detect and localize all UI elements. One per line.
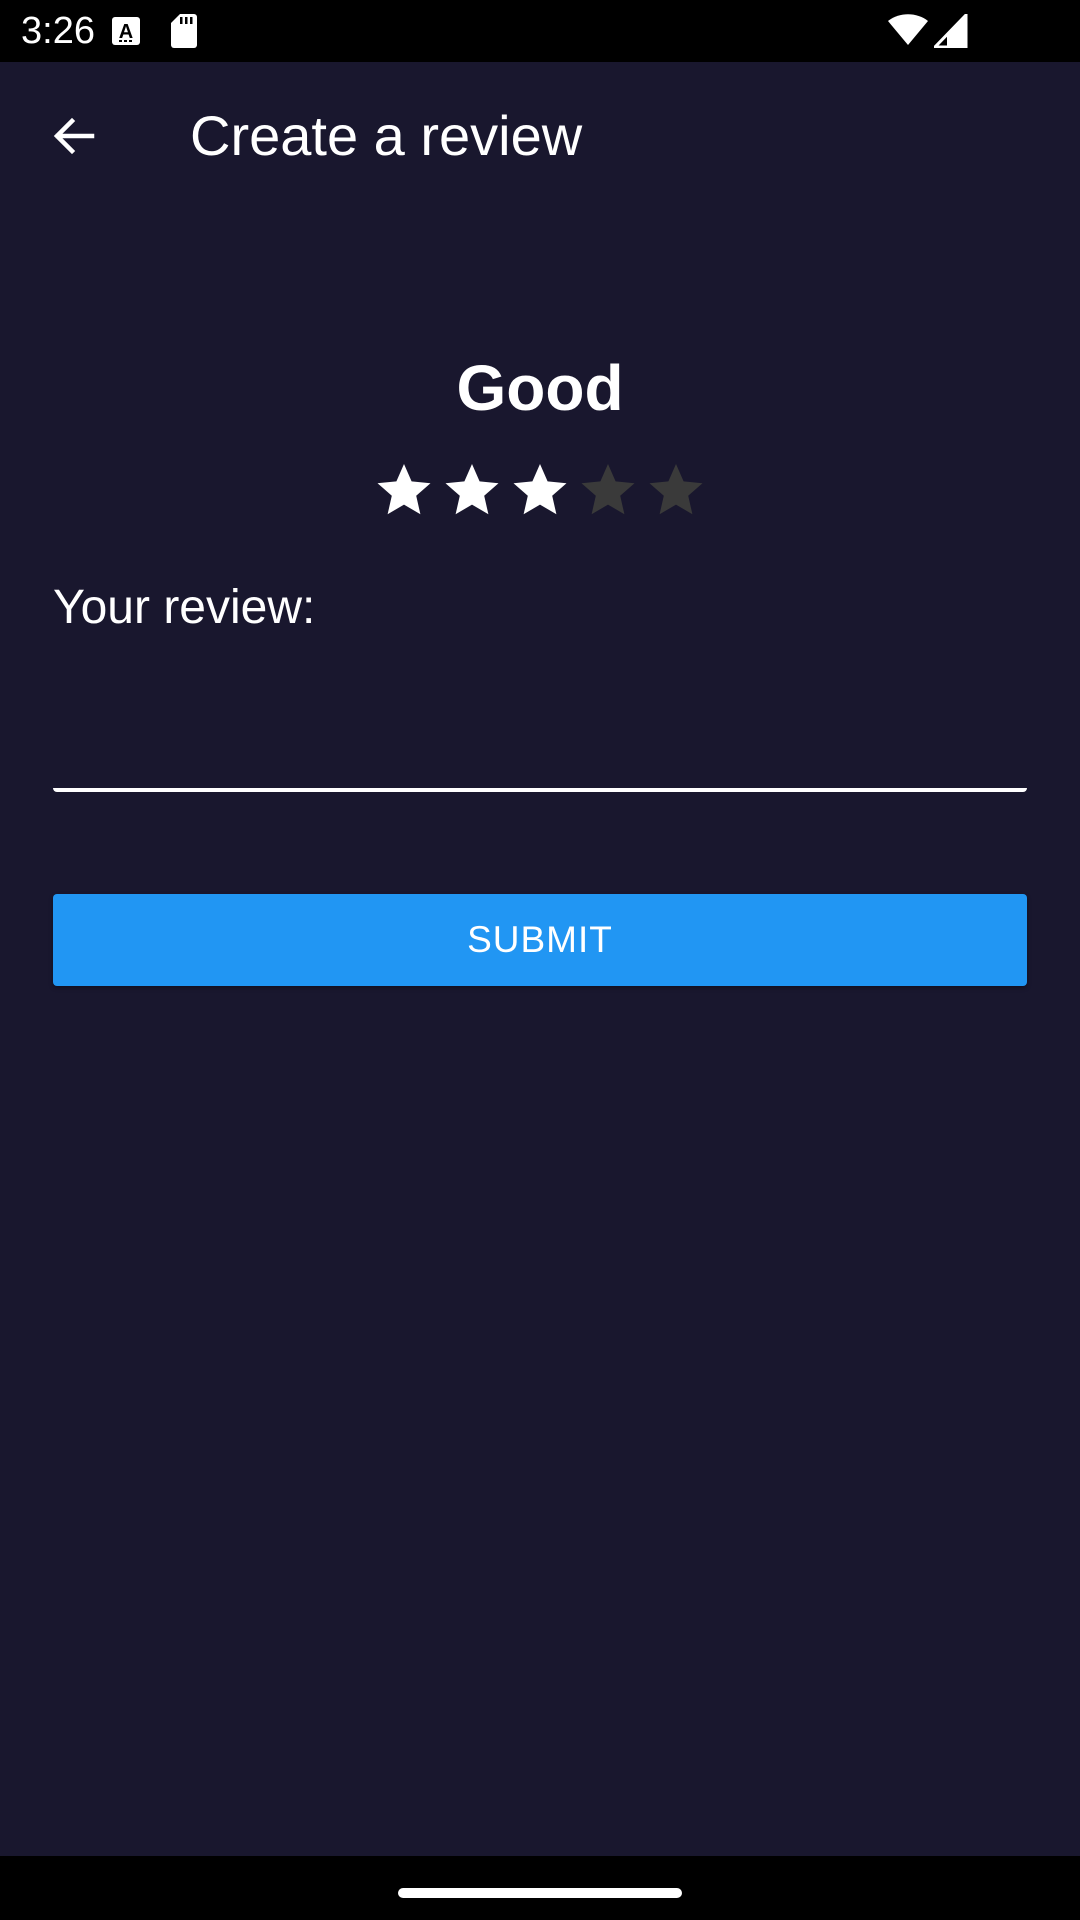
cell-signal-icon — [934, 14, 968, 48]
navigation-bar — [0, 1856, 1080, 1920]
back-button[interactable] — [34, 96, 114, 176]
review-input[interactable] — [53, 680, 1027, 792]
review-label: Your review: — [53, 581, 316, 634]
svg-text:A: A — [119, 21, 133, 43]
arrow-back-icon — [53, 117, 95, 155]
a-notification-icon: A — [112, 17, 140, 45]
sd-card-icon — [171, 14, 197, 48]
star-empty-icon[interactable] — [578, 460, 638, 520]
star-filled-icon[interactable] — [374, 460, 434, 520]
star-filled-icon[interactable] — [510, 460, 570, 520]
wifi-icon — [888, 14, 928, 45]
star-empty-icon[interactable] — [646, 460, 706, 520]
status-time: 3:26 — [21, 10, 95, 52]
create-review-screen: 3:26 A Create a review Good Your review:… — [0, 0, 1080, 1920]
star-filled-icon[interactable] — [442, 460, 502, 520]
home-gesture-handle[interactable] — [398, 1888, 682, 1898]
submit-button[interactable]: SUBMIT — [53, 894, 1027, 986]
status-bar: 3:26 A — [0, 0, 1080, 62]
rating-label: Good — [456, 352, 624, 424]
app-bar: Create a review — [0, 62, 1080, 212]
star-rating[interactable] — [374, 460, 706, 522]
page-title: Create a review — [190, 104, 583, 167]
